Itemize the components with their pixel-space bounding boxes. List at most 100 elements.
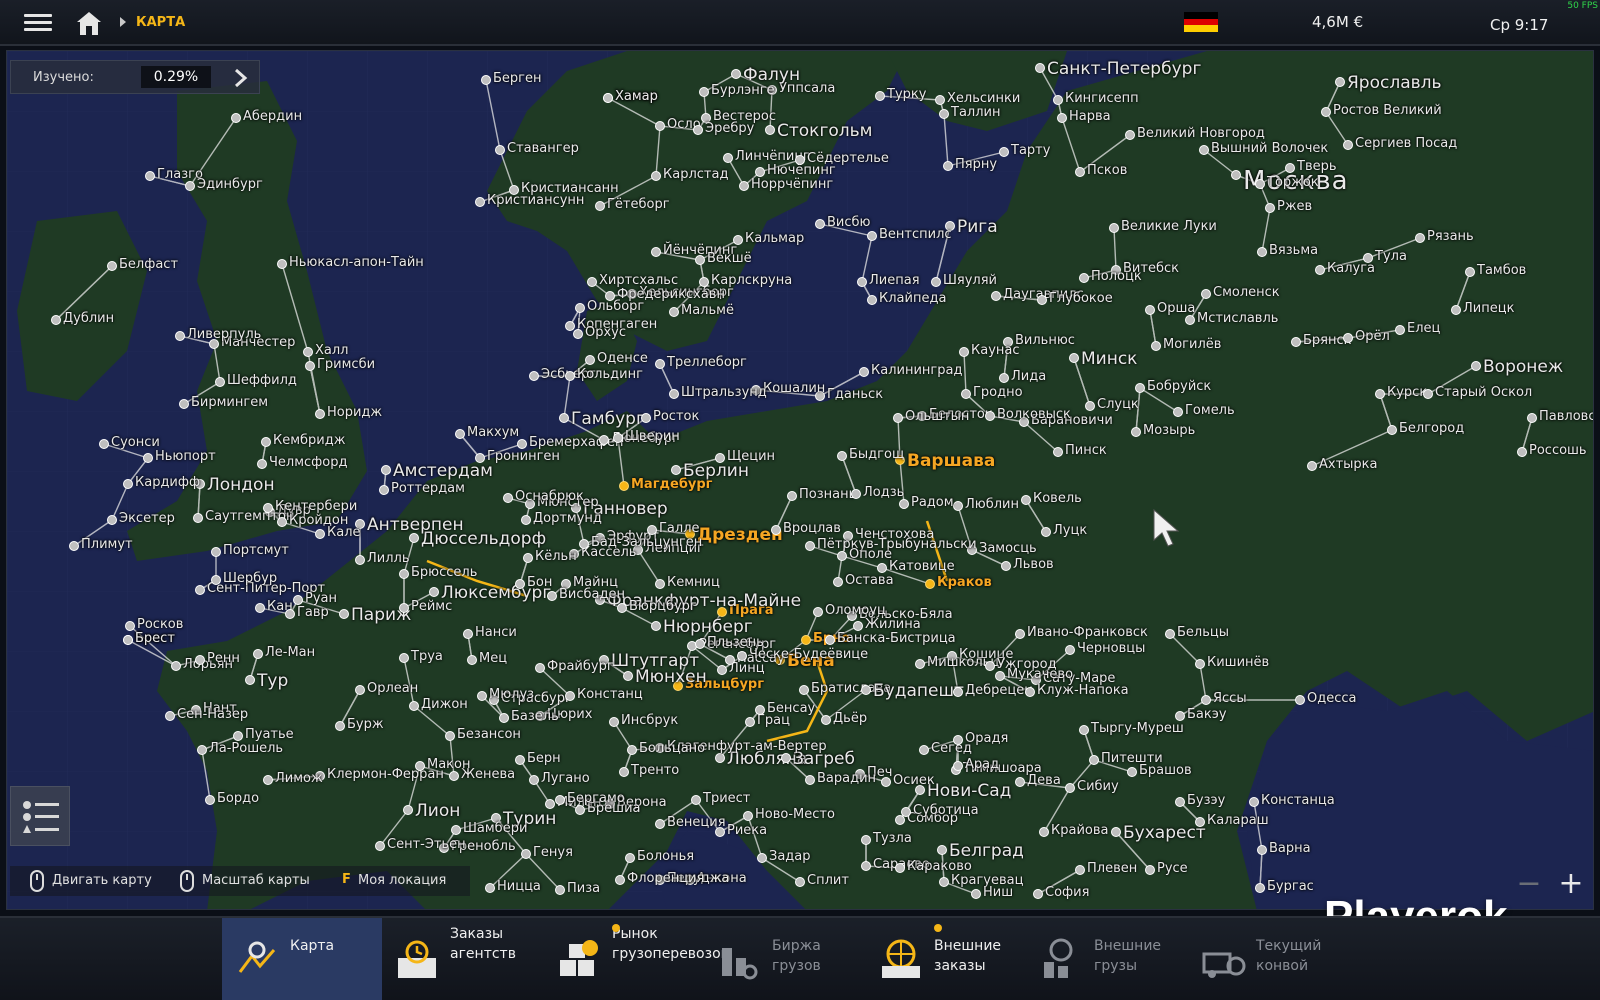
city-marker[interactable] <box>573 329 583 339</box>
city-marker[interactable] <box>717 665 727 675</box>
city-marker[interactable] <box>853 621 863 631</box>
city-marker[interactable] <box>521 515 531 525</box>
city-marker[interactable] <box>491 813 501 823</box>
city-marker[interactable] <box>587 277 597 287</box>
city-marker[interactable] <box>579 539 589 549</box>
city-marker[interactable] <box>1255 883 1265 893</box>
city-marker[interactable] <box>959 347 969 357</box>
city-marker[interactable] <box>535 711 545 721</box>
city-marker[interactable] <box>1363 253 1373 263</box>
city-marker[interactable] <box>69 541 79 551</box>
city-marker[interactable] <box>859 367 869 377</box>
city-marker[interactable] <box>813 607 823 617</box>
city-marker[interactable] <box>547 591 557 601</box>
city-marker[interactable] <box>523 553 533 563</box>
city-marker[interactable] <box>755 167 765 177</box>
tab-map[interactable]: Карта <box>222 918 382 1000</box>
city-marker[interactable] <box>599 435 609 445</box>
city-marker[interactable] <box>1111 827 1121 837</box>
city-marker[interactable] <box>685 875 695 885</box>
city-marker[interactable] <box>399 569 409 579</box>
city-marker[interactable] <box>1065 645 1075 655</box>
city-marker[interactable] <box>1145 865 1155 875</box>
tab-external-cargo[interactable]: Внешние грузы <box>1026 918 1186 1000</box>
city-marker[interactable] <box>991 291 1001 301</box>
city-marker[interactable] <box>795 155 805 165</box>
city-marker[interactable] <box>815 391 825 401</box>
city-marker[interactable] <box>211 547 221 557</box>
city-marker[interactable] <box>767 85 777 95</box>
city-marker[interactable] <box>1343 140 1353 150</box>
city-marker[interactable] <box>555 795 565 805</box>
city-marker[interactable] <box>1321 107 1331 117</box>
city-marker[interactable] <box>285 609 295 619</box>
city-marker[interactable] <box>195 585 205 595</box>
city-marker[interactable] <box>1019 417 1029 427</box>
city-marker[interactable] <box>935 95 945 105</box>
city-marker[interactable] <box>381 465 391 475</box>
city-marker[interactable] <box>1335 77 1345 87</box>
city-marker[interactable] <box>561 579 571 589</box>
city-marker[interactable] <box>915 659 925 669</box>
city-marker[interactable] <box>209 339 219 349</box>
hint-my-location[interactable]: Моя локация <box>358 873 446 888</box>
city-marker[interactable] <box>1527 413 1537 423</box>
city-marker[interactable] <box>1065 783 1075 793</box>
city-marker[interactable] <box>1033 889 1043 899</box>
city-marker[interactable] <box>565 691 575 701</box>
city-marker[interactable] <box>107 261 117 271</box>
city-marker[interactable] <box>825 635 835 645</box>
city-marker[interactable] <box>695 639 705 649</box>
city-marker[interactable] <box>277 517 287 527</box>
city-marker[interactable] <box>185 181 195 191</box>
city-marker[interactable] <box>939 877 949 887</box>
city-marker[interactable] <box>651 171 661 181</box>
city-marker[interactable] <box>1165 629 1175 639</box>
city-marker[interactable] <box>165 711 175 721</box>
city-marker[interactable] <box>253 649 263 659</box>
city-marker[interactable] <box>899 499 909 509</box>
city-marker[interactable] <box>999 373 1009 383</box>
city-marker[interactable] <box>429 587 439 597</box>
city-marker[interactable] <box>545 799 555 809</box>
city-marker[interactable] <box>751 385 761 395</box>
city-marker[interactable] <box>925 579 935 589</box>
city-marker[interactable] <box>211 575 221 585</box>
city-marker[interactable] <box>693 125 703 135</box>
city-marker[interactable] <box>623 671 633 681</box>
city-marker[interactable] <box>145 171 155 181</box>
city-marker[interactable] <box>575 805 585 815</box>
city-marker[interactable] <box>915 785 925 795</box>
city-marker[interactable] <box>861 685 871 695</box>
city-marker[interactable] <box>125 621 135 631</box>
world-map[interactable]: Санкт-Петербург Москва Ярославль Ростов Вел… <box>6 50 1594 910</box>
city-marker[interactable] <box>1465 267 1475 277</box>
city-marker[interactable] <box>143 453 153 463</box>
city-marker[interactable] <box>1001 561 1011 571</box>
city-marker[interactable] <box>1471 361 1481 371</box>
city-marker[interactable] <box>375 841 385 851</box>
city-marker[interactable] <box>499 713 509 723</box>
city-marker[interactable] <box>451 825 461 835</box>
city-marker[interactable] <box>1423 389 1433 399</box>
city-marker[interactable] <box>1111 265 1121 275</box>
city-marker[interactable] <box>771 525 781 535</box>
city-marker[interactable] <box>655 819 665 829</box>
city-marker[interactable] <box>725 655 735 665</box>
city-marker[interactable] <box>651 621 661 631</box>
city-marker[interactable] <box>1185 315 1195 325</box>
city-marker[interactable] <box>669 307 679 317</box>
city-marker[interactable] <box>195 655 205 665</box>
hamburger-menu-icon[interactable] <box>24 10 52 36</box>
city-marker[interactable] <box>757 853 767 863</box>
city-marker[interactable] <box>1415 233 1425 243</box>
city-marker[interactable] <box>1257 247 1267 257</box>
city-marker[interactable] <box>655 875 665 885</box>
city-marker[interactable] <box>1089 755 1099 765</box>
city-marker[interactable] <box>1375 389 1385 399</box>
city-marker[interactable] <box>985 411 995 421</box>
city-marker[interactable] <box>233 731 243 741</box>
city-marker[interactable] <box>1079 273 1089 283</box>
zoom-out-button[interactable]: − <box>1514 869 1544 900</box>
city-marker[interactable] <box>953 501 963 511</box>
